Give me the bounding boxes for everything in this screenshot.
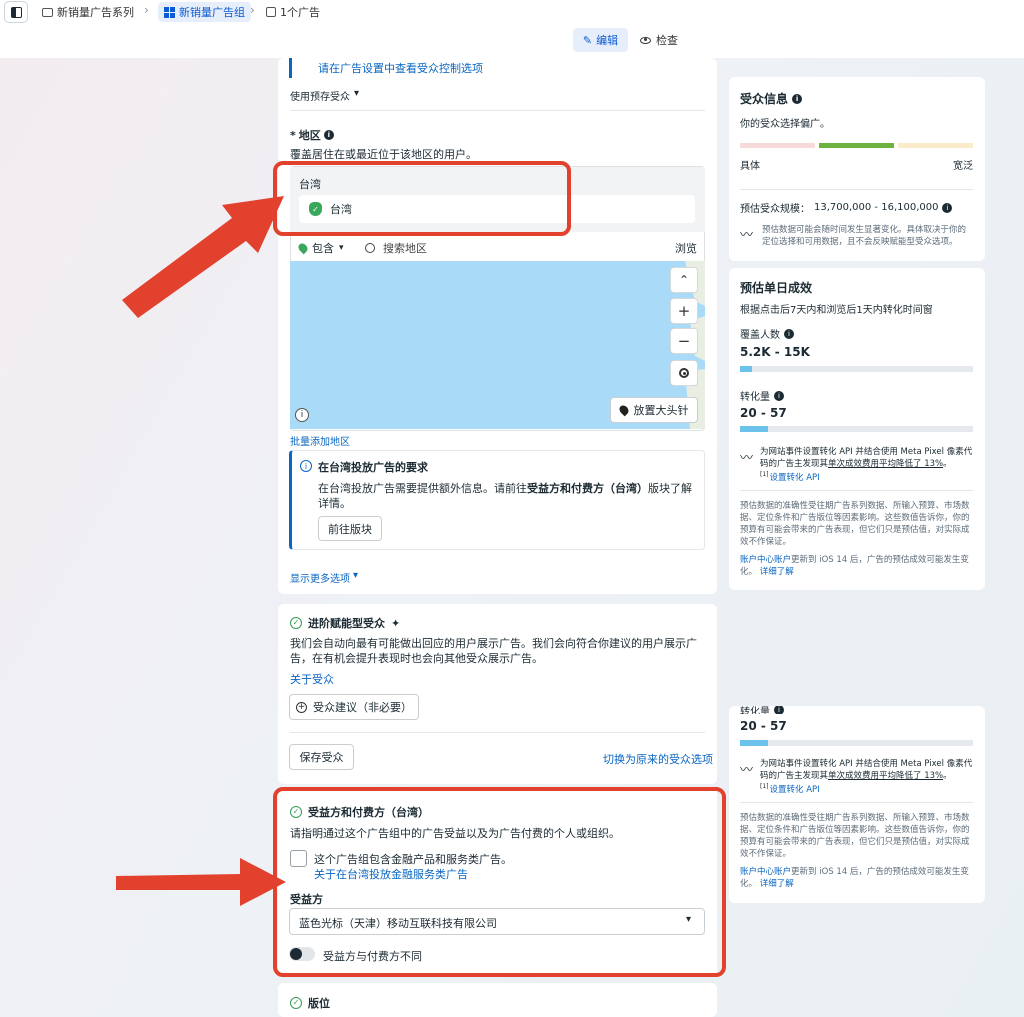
- annotation-arrows: [116, 196, 286, 906]
- annotation-arrow-icon: [116, 858, 286, 906]
- annotation-arrow-icon: [122, 196, 284, 318]
